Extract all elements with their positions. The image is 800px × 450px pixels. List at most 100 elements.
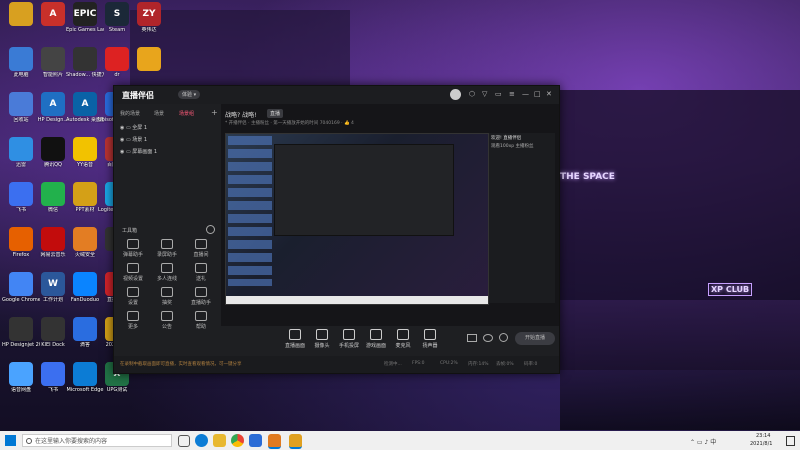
app-icon	[73, 137, 97, 161]
app-icon	[73, 227, 97, 251]
gift-icon[interactable]: ⬡	[469, 90, 475, 98]
tool-button[interactable]: 送礼	[186, 263, 216, 282]
source-icon	[370, 329, 382, 340]
live-companion-taskbar-icon[interactable]	[268, 434, 281, 449]
source-button[interactable]: 直播画面	[283, 329, 307, 349]
gear-icon[interactable]	[499, 333, 508, 342]
neon-sign: THE SPACE	[560, 172, 615, 182]
app-icon	[9, 227, 33, 251]
camera-icon[interactable]	[467, 334, 477, 342]
tool-label: 视频设置	[122, 276, 143, 282]
source-button[interactable]: 手机投屏	[337, 329, 361, 349]
scene-item[interactable]: ◉ ▭ 屏幕画面 1	[120, 148, 157, 155]
wallpaper-street	[560, 300, 800, 430]
avatar[interactable]	[450, 89, 461, 100]
tab-my-scenes[interactable]: 我的场景	[120, 110, 140, 117]
tool-icon	[127, 239, 139, 249]
app-logo: 直播伴侣	[122, 91, 154, 100]
status-item: 内存:14%	[468, 362, 489, 367]
desktop-icon[interactable]: ZY 英伟达	[130, 2, 168, 33]
start-live-button[interactable]: 开始直播	[515, 332, 555, 345]
tab-scenes[interactable]: 场景	[154, 110, 164, 117]
chat-icon[interactable]: ▭	[495, 90, 502, 98]
app-icon	[9, 317, 33, 341]
tool-label: 直播助手	[190, 300, 211, 306]
tool-icon	[127, 287, 139, 297]
tool-button[interactable]: 录屏助手	[152, 239, 182, 258]
folder-taskbar-icon[interactable]	[289, 434, 302, 449]
source-icon	[343, 329, 355, 340]
minimize-icon[interactable]: —	[522, 90, 529, 98]
neon-sign: XP CLUB	[708, 283, 753, 296]
start-button[interactable]	[5, 435, 16, 446]
eye-icon[interactable]	[483, 334, 493, 342]
maximize-icon[interactable]: □	[534, 90, 541, 98]
status-item: 丢帧:0%	[496, 362, 514, 367]
title-bar[interactable]: 直播伴侣 体验 ▾ ⬡ ▽ ▭ ≡ — □ ✕	[114, 86, 559, 104]
explorer-taskbar-icon[interactable]	[213, 434, 226, 447]
tool-button[interactable]: 设置	[118, 287, 148, 306]
room-title: 战略? 战略!	[225, 112, 257, 119]
app-icon	[9, 2, 33, 26]
app-icon	[9, 362, 33, 386]
preview-area: 战略? 战略! 直播 * 开播伴侣 · 主播粉丝 · 第一天播放开始的时间 70…	[221, 104, 559, 326]
tab-scene-group[interactable]: 场景组	[179, 110, 194, 117]
close-icon[interactable]: ✕	[546, 90, 552, 98]
edge-taskbar-icon[interactable]	[195, 434, 208, 447]
search-icon	[26, 438, 32, 444]
app-icon	[41, 182, 65, 206]
source-button[interactable]: 麦克风	[391, 329, 415, 349]
app-icon: S	[105, 2, 129, 26]
app-icon	[105, 47, 129, 71]
chat-subtitle: 观看100xp 主播粉丝	[491, 144, 534, 149]
clock-date: 2021/8/1	[750, 441, 773, 447]
tool-label: 录屏助手	[156, 252, 177, 258]
tool-label: 设置	[127, 300, 138, 306]
desktop-icon[interactable]	[130, 47, 168, 72]
notification-icon[interactable]	[786, 436, 795, 446]
tool-icon	[127, 263, 139, 273]
status-item: 检测中...	[384, 362, 402, 367]
tool-button[interactable]: 多人连线	[152, 263, 182, 282]
nested-desktop-icons	[228, 136, 272, 286]
tool-button[interactable]: 更多	[118, 311, 148, 330]
scene-item[interactable]: ◉ ▭ 全屏 1	[120, 124, 147, 131]
tool-button[interactable]: 公告	[152, 311, 182, 330]
tray-icons[interactable]: ⌃ ▭ ♪ 中	[690, 437, 716, 446]
tool-label: 更多	[127, 324, 138, 330]
source-button[interactable]: 游戏画面	[364, 329, 388, 349]
menu-icon[interactable]: ≡	[509, 90, 515, 98]
app-icon: A	[73, 92, 97, 116]
app-icon	[41, 362, 65, 386]
tool-button[interactable]: 弹幕助手	[118, 239, 148, 258]
app-window[interactable]: 直播伴侣 体验 ▾ ⬡ ▽ ▭ ≡ — □ ✕ 我的场景 场景 场景组 + ◉ …	[113, 85, 560, 374]
tool-icon	[161, 287, 173, 297]
source-button[interactable]: 扬声器	[418, 329, 442, 349]
scene-item[interactable]: ◉ ▭ 场景 1	[120, 136, 147, 143]
chrome-taskbar-icon[interactable]	[231, 434, 244, 447]
tool-button[interactable]: 直播间	[186, 239, 216, 258]
tool-label: 直播间	[193, 252, 209, 258]
left-panel: 我的场景 场景 场景组 + ◉ ▭ 全屏 1 ◉ ▭ 场景 1 ◉ ▭ 屏幕画面…	[114, 104, 222, 373]
status-item: 码率:0	[524, 362, 538, 367]
app-icon	[9, 47, 33, 71]
task-view-icon[interactable]	[178, 435, 190, 447]
tool-button[interactable]: 直播助手	[186, 287, 216, 306]
status-item: FPS:0	[412, 361, 425, 366]
source-button[interactable]: 摄像头	[310, 329, 334, 349]
chat-panel: 欢迎! 直播伴侣 观看100xp 主播粉丝	[489, 133, 555, 303]
tool-button[interactable]: 帮助	[186, 311, 216, 330]
source-icon	[316, 329, 328, 340]
version-pill[interactable]: 体验 ▾	[178, 90, 201, 99]
app-icon	[9, 272, 33, 296]
settings-icon[interactable]	[206, 225, 215, 234]
tool-button[interactable]: 视频设置	[118, 263, 148, 282]
add-scene-button[interactable]: +	[211, 108, 218, 117]
room-subtitle: * 开播伴侣 · 主播粉丝 · 第一天播放开始的时间 7040169 · 👍 4	[225, 121, 354, 126]
search-input[interactable]: 在这里输入你要搜索的内容	[22, 434, 172, 447]
desktop-icon-label: 火绒安全	[74, 252, 95, 258]
app-taskbar-icon[interactable]	[249, 434, 262, 447]
tool-button[interactable]: 抽奖	[152, 287, 182, 306]
source-toolbar: 直播画面 摄像头 手机投屏 游戏画面 麦克风 扬声器 开始直播	[221, 326, 559, 356]
shirt-icon[interactable]: ▽	[482, 90, 487, 98]
